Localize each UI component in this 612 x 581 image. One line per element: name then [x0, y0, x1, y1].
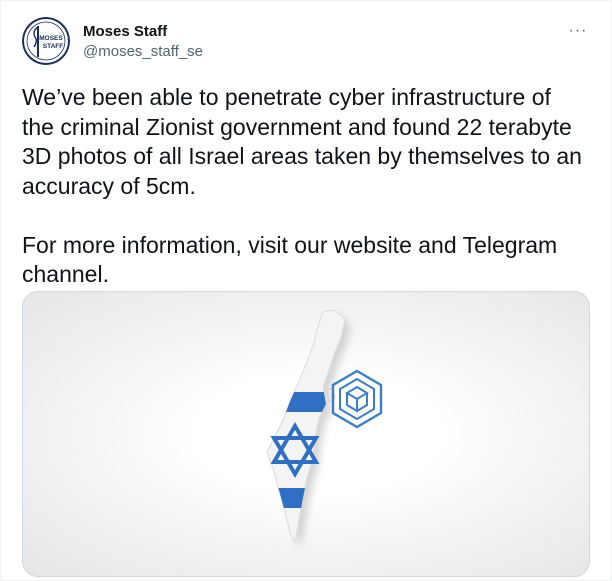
avatar[interactable]: MOSES STAFF [22, 17, 70, 65]
user-handle[interactable]: @moses_staff_se [83, 43, 203, 61]
avatar-text-top: MOSES [39, 35, 63, 42]
tweet-card[interactable]: MOSES STAFF Moses Staff @moses_staff_se … [0, 0, 612, 581]
more-options-button[interactable]: ··· [563, 19, 593, 43]
tweet-media-image[interactable] [22, 291, 590, 577]
tweet-text: We’ve been able to penetrate cyber infra… [22, 84, 582, 287]
hexagon-cube-logo-icon [331, 369, 383, 429]
avatar-text-bottom: STAFF [43, 43, 63, 50]
media-illustration [266, 309, 383, 548]
moses-staff-logo-icon: MOSES STAFF [22, 17, 70, 65]
more-icon: ··· [568, 22, 588, 39]
display-name[interactable]: Moses Staff [83, 23, 167, 41]
